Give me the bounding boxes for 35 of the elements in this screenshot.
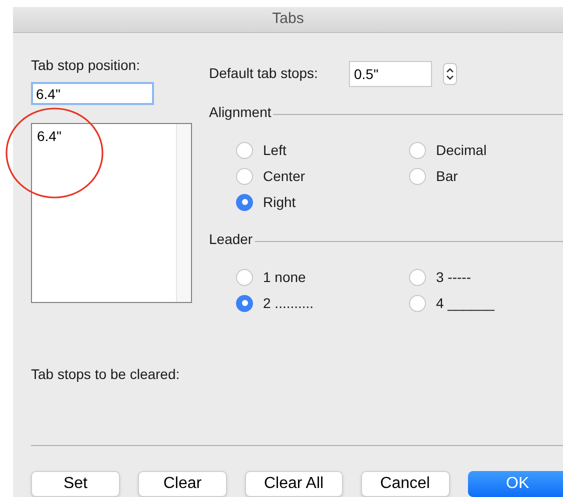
radio-button[interactable] — [409, 168, 426, 184]
radio-button[interactable] — [236, 168, 253, 184]
group-label: Alignment — [209, 103, 272, 122]
dialog-button[interactable]: Clear — [138, 471, 227, 497]
default-tab-stops-field[interactable]: 0.5" — [349, 60, 432, 86]
tab-stop-position-field[interactable]: 6.4" — [31, 82, 154, 105]
dialog-button[interactable]: Cancel — [360, 471, 450, 497]
radio-label: Bar — [436, 166, 458, 186]
radio-label: Left — [263, 140, 286, 160]
radio-label: Right — [263, 192, 296, 212]
radio-button[interactable] — [236, 142, 253, 158]
radio-label: 3 ----- — [436, 268, 471, 286]
radio-button[interactable] — [236, 268, 253, 286]
dialog-button[interactable]: Clear All — [245, 471, 343, 497]
radio-button[interactable] — [236, 194, 253, 210]
group-label: Leader — [209, 230, 253, 249]
radio-label: 2 .......... — [263, 294, 314, 312]
dialog-button[interactable]: Set — [31, 471, 120, 497]
field-label: Default tab stops: — [209, 64, 319, 83]
radio-button[interactable] — [409, 142, 426, 158]
stepper[interactable] — [443, 62, 457, 84]
radio-label: Decimal — [436, 140, 487, 160]
radio-button[interactable] — [409, 294, 426, 312]
clear-label: Tab stops to be cleared: — [31, 365, 181, 384]
field-label: Tab stop position: — [31, 56, 141, 75]
dialog-button[interactable]: OK — [468, 471, 563, 497]
stepper-arrows-icon — [446, 66, 454, 80]
radio-label: 4 ______ — [436, 294, 494, 313]
radio-label: 1 none — [263, 268, 306, 286]
scrollbar[interactable] — [176, 124, 191, 302]
radio-label: Center — [263, 166, 306, 186]
radio-button[interactable] — [236, 294, 253, 312]
window-title: Tabs — [272, 9, 304, 30]
list-item[interactable]: 6.4" — [37, 126, 176, 147]
radio-button[interactable] — [409, 268, 426, 286]
